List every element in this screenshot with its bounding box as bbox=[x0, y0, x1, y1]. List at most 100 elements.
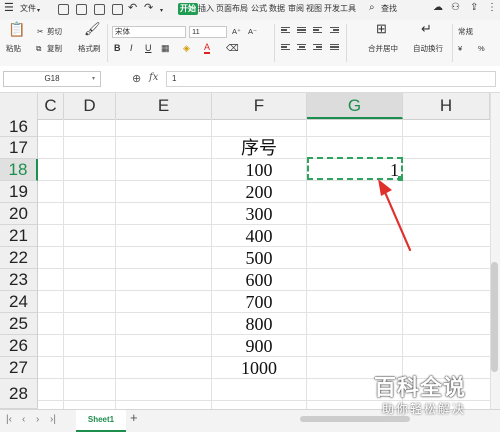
fx-label[interactable]: fx bbox=[149, 72, 158, 83]
align-middle-icon[interactable] bbox=[297, 27, 306, 36]
row-header-23[interactable]: 23 bbox=[0, 269, 38, 291]
column-header-e[interactable]: E bbox=[116, 93, 212, 119]
align-right-icon[interactable] bbox=[313, 44, 322, 53]
cell-f25[interactable]: 800 bbox=[212, 313, 306, 335]
prev-sheet-icon[interactable]: ‹ bbox=[22, 414, 25, 426]
bold-button[interactable]: B bbox=[114, 42, 121, 54]
chevron-down-icon[interactable]: ▾ bbox=[37, 5, 40, 17]
tab-review[interactable]: 审阅 bbox=[288, 3, 304, 15]
redo-icon[interactable]: ↷ bbox=[144, 2, 153, 14]
underline-button[interactable]: U bbox=[145, 42, 152, 54]
row-header-16[interactable]: 16 bbox=[0, 118, 38, 137]
search-icon[interactable]: ⌕ bbox=[369, 2, 375, 14]
file-menu[interactable]: 文件 bbox=[20, 3, 36, 15]
row-header-27[interactable]: 27 bbox=[0, 357, 38, 379]
tab-view[interactable]: 视图 bbox=[306, 3, 322, 15]
column-header-f[interactable]: F bbox=[212, 93, 307, 119]
chevron-down-icon[interactable]: ▾ bbox=[160, 5, 163, 17]
cell-f23[interactable]: 600 bbox=[212, 269, 306, 291]
clear-format-icon[interactable]: ⌫ bbox=[226, 42, 239, 54]
column-header-d[interactable]: D bbox=[64, 93, 116, 119]
row-header-25[interactable]: 25 bbox=[0, 313, 38, 335]
font-size-select[interactable]: 11 bbox=[189, 26, 227, 38]
column-header-c[interactable]: C bbox=[38, 93, 64, 119]
row-header-26[interactable]: 26 bbox=[0, 335, 38, 357]
indent-icon[interactable] bbox=[330, 27, 339, 36]
font-color-button[interactable]: A bbox=[204, 42, 211, 54]
collaborate-icon[interactable]: ⚇ bbox=[451, 2, 460, 14]
name-box[interactable]: G18 bbox=[3, 71, 101, 87]
paste-button[interactable]: 粘贴 bbox=[6, 44, 21, 54]
align-left-icon[interactable] bbox=[281, 44, 290, 53]
cell-f18[interactable]: 100 bbox=[212, 159, 306, 181]
number-format-select[interactable]: 常规 bbox=[458, 27, 473, 37]
wrap-text-button[interactable]: 自动换行 bbox=[413, 44, 443, 54]
cell-f24[interactable]: 700 bbox=[212, 291, 306, 313]
tab-developer[interactable]: 开发工具 bbox=[324, 3, 356, 15]
cell-f20[interactable]: 300 bbox=[212, 203, 306, 225]
search-label[interactable]: 查找 bbox=[381, 3, 397, 15]
tab-formulas[interactable]: 公式 bbox=[251, 3, 267, 15]
row-header-20[interactable]: 20 bbox=[0, 203, 38, 225]
next-sheet-icon[interactable]: › bbox=[36, 414, 39, 426]
font-name-select[interactable]: 宋体 bbox=[112, 26, 186, 38]
copy-icon[interactable]: ⧉ bbox=[36, 44, 41, 54]
scissors-icon[interactable]: ✂ bbox=[37, 27, 43, 37]
row-header-21[interactable]: 21 bbox=[0, 225, 38, 247]
align-bottom-icon[interactable] bbox=[313, 27, 322, 36]
row-header-28[interactable]: 28 bbox=[0, 379, 38, 409]
cell-f17[interactable]: 序号 bbox=[212, 137, 306, 159]
merge-center-button[interactable]: 合并居中 bbox=[368, 44, 398, 54]
copy-button[interactable]: 复制 bbox=[47, 44, 62, 54]
share-icon[interactable]: ⇪ bbox=[470, 2, 478, 14]
cloud-sync-icon[interactable]: ☁ bbox=[433, 2, 443, 14]
border-icon[interactable]: ▦ bbox=[161, 42, 170, 54]
format-painter-icon[interactable]: 🖌 bbox=[84, 22, 101, 35]
column-header-h[interactable]: H bbox=[403, 93, 490, 119]
row-header-17[interactable]: 17 bbox=[0, 137, 38, 159]
shrink-font-icon[interactable]: A⁻ bbox=[248, 27, 257, 37]
row-header-18[interactable]: 18 bbox=[0, 159, 38, 181]
tab-page-layout[interactable]: 页面布局 bbox=[216, 3, 248, 15]
format-painter-button[interactable]: 格式刷 bbox=[78, 44, 101, 54]
row-header-19[interactable]: 19 bbox=[0, 181, 38, 203]
row-header-24[interactable]: 24 bbox=[0, 291, 38, 313]
add-sheet-button[interactable]: + bbox=[130, 411, 138, 424]
grow-font-icon[interactable]: A⁺ bbox=[232, 27, 241, 37]
wrap-text-icon[interactable]: ↵ bbox=[421, 22, 432, 35]
more-icon[interactable]: ⋮ bbox=[487, 2, 497, 14]
merge-center-icon[interactable]: ⊞ bbox=[376, 22, 387, 35]
zoom-icon[interactable]: ⊕ bbox=[132, 72, 141, 85]
formula-input[interactable]: 1 bbox=[166, 71, 496, 87]
cell-f26[interactable]: 900 bbox=[212, 335, 306, 357]
tab-insert[interactable]: 插入 bbox=[198, 3, 214, 15]
row-header-22[interactable]: 22 bbox=[0, 247, 38, 269]
cell-f19[interactable]: 200 bbox=[212, 181, 306, 203]
first-sheet-icon[interactable]: |‹ bbox=[6, 414, 12, 426]
align-center-icon[interactable] bbox=[297, 44, 306, 53]
save-icon[interactable] bbox=[58, 4, 69, 15]
sheet-tab-sheet1[interactable]: Sheet1 bbox=[76, 410, 126, 432]
chevron-down-icon[interactable]: ▾ bbox=[92, 75, 95, 82]
tab-data[interactable]: 数据 bbox=[269, 3, 285, 15]
italic-button[interactable]: I bbox=[130, 42, 133, 54]
select-all-corner[interactable] bbox=[0, 93, 38, 119]
cell-f27[interactable]: 1000 bbox=[212, 357, 306, 379]
percent-button[interactable]: % bbox=[478, 44, 485, 54]
cut-button[interactable]: 剪切 bbox=[47, 27, 62, 37]
export-pdf-icon[interactable] bbox=[76, 4, 87, 15]
tab-home[interactable]: 开始 bbox=[178, 3, 198, 15]
column-header-g[interactable]: G bbox=[307, 93, 403, 119]
paste-icon[interactable]: 📋 bbox=[8, 22, 25, 36]
print-preview-icon[interactable] bbox=[112, 4, 123, 15]
justify-icon[interactable] bbox=[330, 44, 339, 53]
cell-f21[interactable]: 400 bbox=[212, 225, 306, 247]
currency-button[interactable]: ¥ bbox=[458, 44, 462, 54]
print-icon[interactable] bbox=[94, 4, 105, 15]
fill-color-icon[interactable]: ◈ bbox=[183, 42, 190, 54]
hamburger-menu-icon[interactable]: ☰ bbox=[4, 2, 14, 14]
cell-f22[interactable]: 500 bbox=[212, 247, 306, 269]
undo-icon[interactable]: ↶ bbox=[128, 2, 137, 14]
last-sheet-icon[interactable]: ›| bbox=[50, 414, 56, 426]
align-top-icon[interactable] bbox=[281, 27, 290, 36]
